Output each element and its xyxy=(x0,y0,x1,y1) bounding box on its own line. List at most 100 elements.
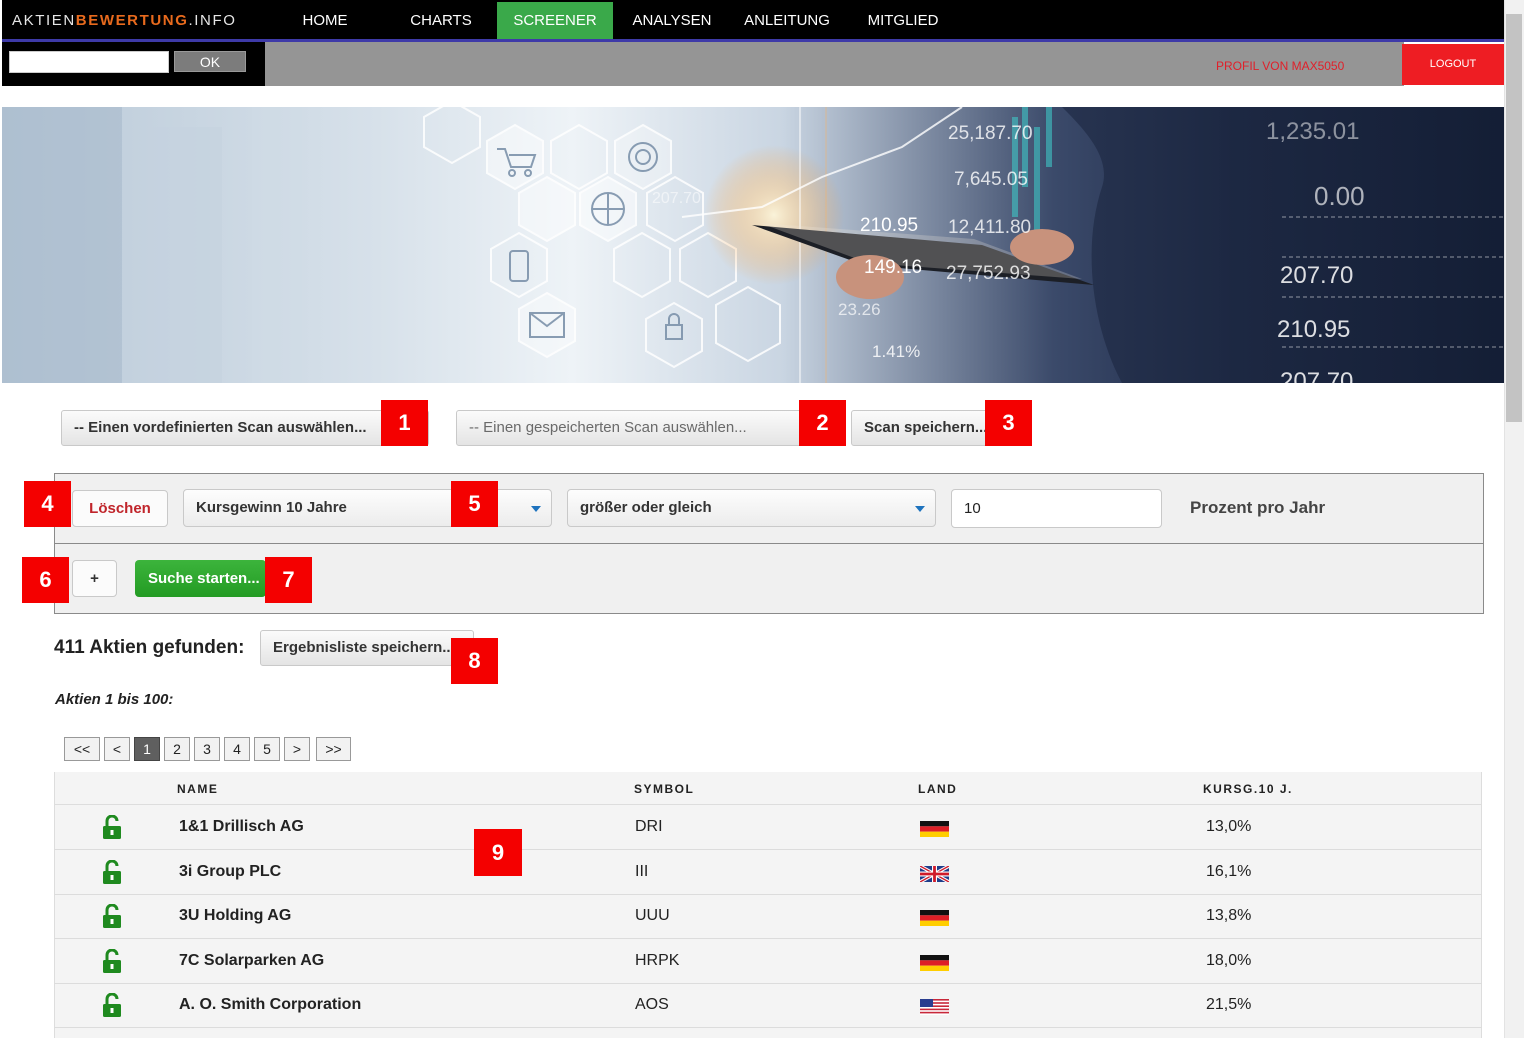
page-3[interactable]: 3 xyxy=(194,737,220,761)
stock-name[interactable]: A. O. Smith Corporation xyxy=(179,983,361,1027)
save-results-button[interactable]: Ergebnisliste speichern... xyxy=(260,630,474,666)
predefined-scan-select[interactable]: -- Einen vordefinierten Scan auswählen..… xyxy=(61,410,429,446)
page-prev[interactable]: < xyxy=(104,737,130,761)
table-row[interactable]: A. O. Smith Corporation AOS 21,5% xyxy=(54,983,1482,1029)
nav-mitglied[interactable]: MITGLIED xyxy=(858,2,948,39)
filter-divider xyxy=(54,543,1484,544)
unlock-icon[interactable] xyxy=(103,814,121,844)
hero-number: 12,411.80 xyxy=(948,217,1031,238)
results-count: 411 Aktien gefunden: xyxy=(54,637,245,658)
hero-number: 207.70 xyxy=(1280,368,1353,383)
hero-banner: 25,187.70 7,645.05 210.95 12,411.80 149.… xyxy=(2,107,1504,383)
stock-symbol: DRI xyxy=(635,818,663,835)
annotation-marker: 7 xyxy=(265,557,312,603)
country-flag-icon xyxy=(920,821,949,837)
criterion-unit-label: Prozent pro Jahr xyxy=(1190,498,1326,517)
country-flag-icon xyxy=(920,954,949,971)
column-header-name[interactable]: NAME xyxy=(177,782,218,796)
stock-kursgewinn: 13,8% xyxy=(1206,907,1252,925)
hero-number: 7,645.05 xyxy=(954,169,1028,190)
stock-name[interactable]: 3i Group PLC xyxy=(179,850,281,894)
annotation-marker: 3 xyxy=(985,400,1032,446)
chevron-down-icon xyxy=(915,506,925,512)
country-flag-icon xyxy=(919,864,950,884)
page-first[interactable]: << xyxy=(64,737,100,761)
hero-number: 23.26 xyxy=(838,300,881,319)
delete-criterion-button[interactable]: Löschen xyxy=(72,490,168,527)
unlock-icon[interactable] xyxy=(103,903,121,933)
annotation-marker: 1 xyxy=(381,400,428,446)
criterion-value-input[interactable]: 10 xyxy=(951,489,1162,528)
annotation-marker: 9 xyxy=(474,829,522,876)
nav-analysen[interactable]: ANALYSEN xyxy=(625,2,719,39)
search-input[interactable] xyxy=(9,51,169,73)
search-bar: OK xyxy=(2,42,265,86)
search-ok-button[interactable]: OK xyxy=(174,51,246,72)
stock-kursgewinn: 18,0% xyxy=(1206,951,1252,969)
stock-symbol: III xyxy=(635,862,649,880)
logo-part-aktien: AKTIEN xyxy=(12,12,76,29)
table-row[interactable]: 3i Group PLC III 16,1% xyxy=(54,850,1482,895)
column-header-land[interactable]: LAND xyxy=(918,782,957,796)
start-search-button[interactable]: Suche starten... xyxy=(135,560,266,597)
logo-part-bewertung: BEWERTUNG xyxy=(75,12,189,29)
hero-number: 149.16 xyxy=(864,257,922,278)
hero-illustration: 25,187.70 7,645.05 210.95 12,411.80 149.… xyxy=(2,107,1504,383)
stock-name[interactable]: 3U Holding AG xyxy=(179,894,291,938)
nav-anleitung[interactable]: ANLEITUNG xyxy=(740,2,834,39)
annotation-marker: 4 xyxy=(24,481,71,527)
hero-number: 1,235.01 xyxy=(1266,118,1359,145)
hero-number: 210.95 xyxy=(860,215,918,236)
unlock-icon[interactable] xyxy=(103,992,121,1022)
column-header-symbol[interactable]: SYMBOL xyxy=(634,782,694,796)
nav-charts[interactable]: CHARTS xyxy=(397,2,485,39)
nav-home[interactable]: HOME xyxy=(285,2,365,39)
nav-screener[interactable]: SCREENER xyxy=(497,2,613,39)
column-header-kursg[interactable]: KURSG.10 J. xyxy=(1203,782,1293,796)
annotation-marker: 2 xyxy=(799,400,846,446)
hero-number: 210.95 xyxy=(1277,316,1350,343)
stock-symbol: UUU xyxy=(635,907,670,925)
stock-symbol: HRPK xyxy=(635,951,680,969)
scrollbar-thumb[interactable] xyxy=(1506,14,1522,422)
annotation-marker: 5 xyxy=(451,481,498,527)
site-logo[interactable]: AKTIENBEWERTUNG.INFO xyxy=(12,12,237,29)
country-flag-icon xyxy=(920,910,949,927)
unlock-icon[interactable] xyxy=(103,859,121,889)
hero-number: 207.70 xyxy=(652,190,701,207)
annotation-marker: 8 xyxy=(451,638,498,684)
page-last[interactable]: >> xyxy=(316,737,351,761)
chevron-down-icon xyxy=(531,506,541,512)
country-flag-icon xyxy=(920,999,949,1016)
annotation-marker: 6 xyxy=(22,557,69,603)
page-2[interactable]: 2 xyxy=(164,737,190,761)
profile-link[interactable]: PROFIL VON MAX5050 xyxy=(1216,59,1344,73)
logout-button[interactable]: LOGOUT xyxy=(1402,44,1504,85)
stock-kursgewinn: 16,1% xyxy=(1206,862,1252,880)
logo-part-info: .INFO xyxy=(188,12,237,29)
stock-name[interactable]: 1&1 Drillisch AG xyxy=(179,805,304,849)
stock-name[interactable]: 7C Solarparken AG xyxy=(179,939,324,983)
unlock-icon[interactable] xyxy=(103,948,121,978)
saved-scan-select[interactable]: -- Einen gespeicherten Scan auswählen... xyxy=(456,410,846,446)
results-range: Aktien 1 bis 100: xyxy=(55,691,174,708)
hero-number: 1.41% xyxy=(872,342,920,361)
hero-number: 0.00 xyxy=(1314,181,1365,211)
stock-kursgewinn: 13,0% xyxy=(1206,818,1252,835)
operator-select-value: größer oder gleich xyxy=(580,499,712,516)
page-4[interactable]: 4 xyxy=(224,737,250,761)
save-scan-button[interactable]: Scan speichern... xyxy=(851,410,991,446)
page-next[interactable]: > xyxy=(284,737,310,761)
hero-number: 25,187.70 xyxy=(948,123,1033,144)
add-criterion-button[interactable]: + xyxy=(72,560,117,597)
operator-select[interactable]: größer oder gleich xyxy=(567,489,936,527)
criterion-select-value: Kursgewinn 10 Jahre xyxy=(196,499,347,516)
table-row[interactable]: 3U Holding AG UUU 13,8% xyxy=(54,894,1482,940)
top-navigation: AKTIENBEWERTUNG.INFO HOME CHARTS SCREENE… xyxy=(2,0,1504,40)
page-5[interactable]: 5 xyxy=(254,737,280,761)
page-1[interactable]: 1 xyxy=(134,737,160,761)
stock-symbol: AOS xyxy=(635,996,669,1014)
stock-kursgewinn: 21,5% xyxy=(1206,996,1252,1014)
table-row[interactable]: 1&1 Drillisch AG DRI 13,0% xyxy=(54,805,1482,850)
table-row[interactable]: 7C Solarparken AG HRPK 18,0% xyxy=(54,939,1482,984)
